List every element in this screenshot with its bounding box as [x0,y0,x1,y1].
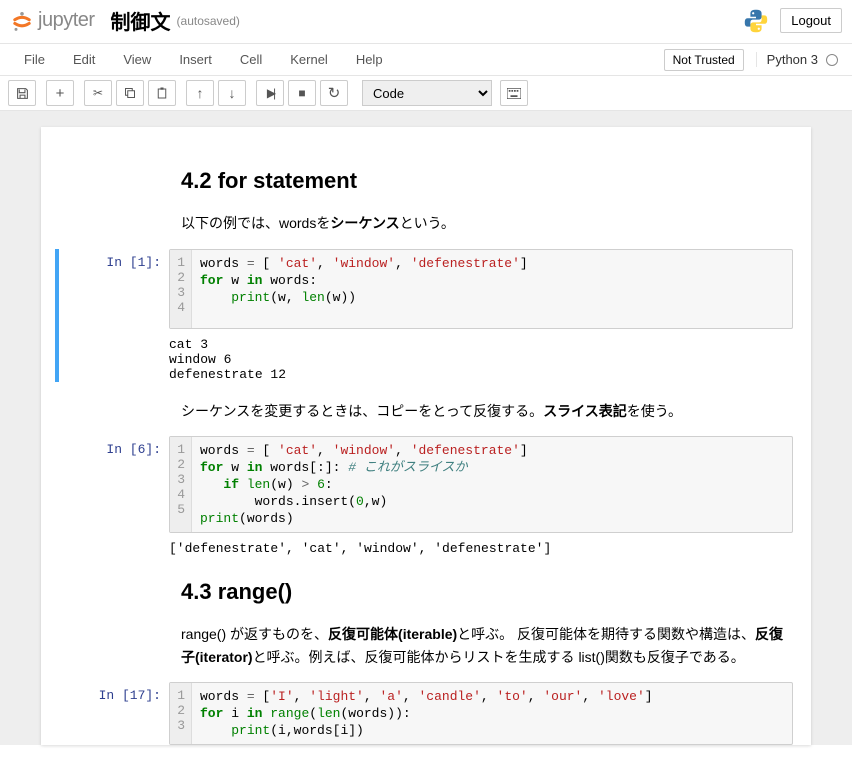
menu-insert[interactable]: Insert [165,46,226,73]
cell-output: ['defenestrate', 'cat', 'window', 'defen… [169,533,793,556]
code-input[interactable]: 1 2 3 4 words = [ 'cat', 'window', 'defe… [169,249,793,329]
heading-4-3: 4.3 range() [181,574,791,609]
code-text: words = ['I', 'light', 'a', 'candle', 't… [192,683,792,744]
paragraph: range() が返すものを、反復可能体(iterable)と呼ぶ。 反復可能体… [181,623,791,668]
menu-kernel[interactable]: Kernel [276,46,342,73]
menu-cell[interactable]: Cell [226,46,276,73]
logo-text: jupyter [38,9,95,32]
autosave-status: (autosaved) [177,14,240,28]
cut-button[interactable]: ✂ [84,80,112,106]
interrupt-button[interactable]: ■ [288,80,316,106]
code-cell-1[interactable]: In [1]: 1 2 3 4 words = [ 'cat', 'window… [55,249,793,382]
toolbar: + ✂ ↑ ↓ ▶| ■ ↻ Code [0,76,852,111]
jupyter-icon [10,9,34,33]
notebook-area: 4.2 for statement 以下の例では、wordsをシーケンスという。… [0,111,852,745]
input-prompt: In [17]: [59,682,169,745]
save-button[interactable] [8,80,36,106]
code-cell-3[interactable]: In [17]: 1 2 3 words = ['I', 'light', 'a… [59,682,793,745]
notebook-title[interactable]: 制御文 [111,6,171,35]
line-gutter: 1 2 3 4 5 [170,437,192,532]
move-down-button[interactable]: ↓ [218,80,246,106]
restart-button[interactable]: ↻ [320,80,348,106]
arrow-up-icon: ↑ [197,85,204,101]
heading-4-2: 4.2 for statement [181,163,791,198]
cell-output: cat 3 window 6 defenestrate 12 [169,329,793,382]
logout-button[interactable]: Logout [780,8,842,33]
line-gutter: 1 2 3 [170,683,192,744]
menu-items: File Edit View Insert Cell Kernel Help [0,46,397,73]
copy-button[interactable] [116,80,144,106]
paste-button[interactable] [148,80,176,106]
python-icon [742,7,770,35]
code-input[interactable]: 1 2 3 4 5 words = [ 'cat', 'window', 'de… [169,436,793,533]
trust-button[interactable]: Not Trusted [664,49,744,71]
code-text: words = [ 'cat', 'window', 'defenestrate… [192,250,792,328]
run-button[interactable]: ▶| [256,80,284,106]
kernel-indicator-area: Python 3 [756,52,852,67]
code-cell-2[interactable]: In [6]: 1 2 3 4 5 words = [ 'cat', 'wind… [59,436,793,556]
menu-view[interactable]: View [109,46,165,73]
add-cell-button[interactable]: + [46,80,74,106]
paragraph: 以下の例では、wordsをシーケンスという。 [181,212,791,234]
header: jupyter 制御文 (autosaved) Logout [0,0,852,44]
code-input[interactable]: 1 2 3 words = ['I', 'light', 'a', 'candl… [169,682,793,745]
move-up-button[interactable]: ↑ [186,80,214,106]
kernel-indicator-icon [826,54,838,66]
menu-help[interactable]: Help [342,46,397,73]
markdown-cell[interactable]: 4.2 for statement 以下の例では、wordsをシーケンスという。 [181,163,791,235]
markdown-cell[interactable]: 4.3 range() range() が返すものを、反復可能体(iterabl… [181,574,791,668]
markdown-cell[interactable]: シーケンスを変更するときは、コピーをとって反復する。スライス表記を使う。 [181,400,791,422]
plus-icon: + [56,85,65,102]
paste-icon [156,87,168,100]
arrow-down-icon: ↓ [229,85,236,101]
notebook-paper: 4.2 for statement 以下の例では、wordsをシーケンスという。… [41,127,811,745]
save-icon [16,87,29,100]
run-icon: ▶| [267,86,273,100]
cell-type-select[interactable]: Code [362,80,492,106]
menu-edit[interactable]: Edit [59,46,109,73]
line-gutter: 1 2 3 4 [170,250,192,328]
stop-icon: ■ [298,86,305,100]
input-prompt: In [1]: [59,249,169,382]
menubar: File Edit View Insert Cell Kernel Help N… [0,44,852,76]
input-prompt: In [6]: [59,436,169,556]
restart-icon: ↻ [328,84,341,102]
command-palette-button[interactable] [500,80,528,106]
menu-file[interactable]: File [10,46,59,73]
paragraph: シーケンスを変更するときは、コピーをとって反復する。スライス表記を使う。 [181,400,791,422]
code-text: words = [ 'cat', 'window', 'defenestrate… [192,437,792,532]
copy-icon [124,87,136,99]
cut-icon: ✂ [93,86,103,100]
jupyter-logo[interactable]: jupyter [10,9,95,33]
kernel-name[interactable]: Python 3 [767,52,818,67]
keyboard-icon [507,88,521,99]
